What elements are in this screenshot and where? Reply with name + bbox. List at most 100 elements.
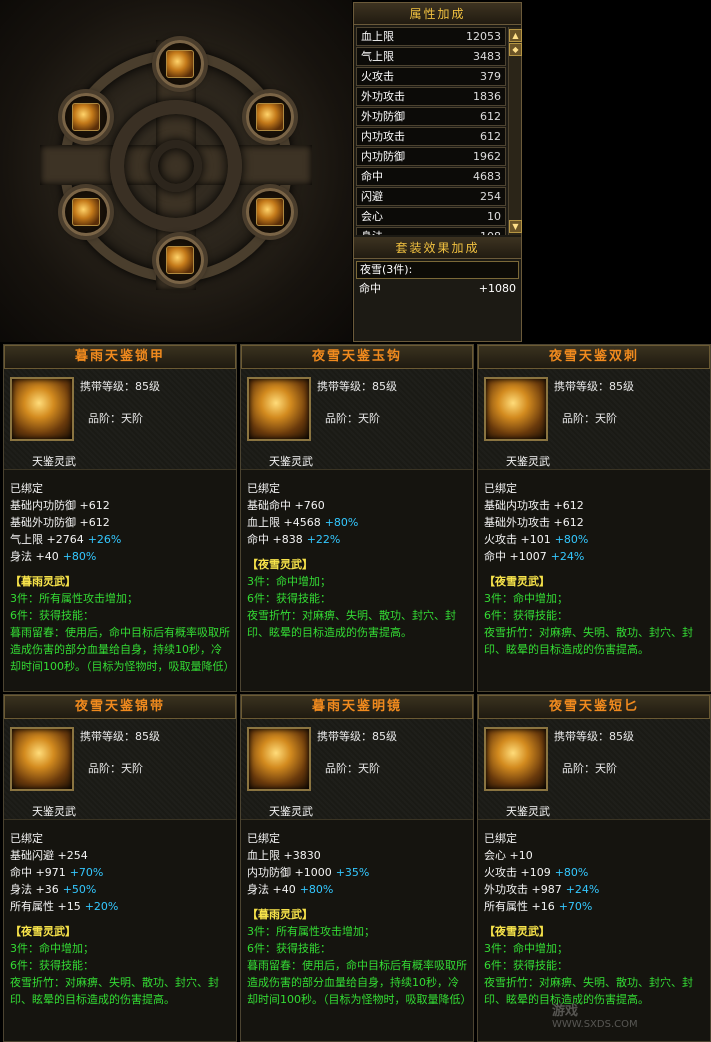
stat-base: +838 [272, 533, 303, 546]
attribute-list[interactable]: 血上限 12053 气上限 3483 火攻击 379 外功攻击 1836 外功防御 612 内功攻击… [356, 27, 506, 235]
stat-line: 血上限 +3830 [247, 847, 467, 864]
set-effect-line: 3件：所有属性攻击增加； [247, 925, 375, 938]
stat-line: 命中 +971 +70% [10, 864, 230, 881]
attribute-row: 气上限 3483 [356, 47, 506, 66]
stat-label: 基础外功攻击 [484, 516, 550, 529]
item-level: 携带等级：85级 [80, 380, 160, 393]
stat-line: 基础内功防御 +612 [10, 497, 230, 514]
set-effect-line: 暮雨留春：使用后，命中目标后有概率吸取所造成伤害的部分血量给自身，持续10秒，冷… [247, 959, 472, 1006]
stat-line: 身法 +36 +50% [10, 881, 230, 898]
stat-line: 内功防御 +1000 +35% [247, 864, 467, 881]
item-grade: 品阶：天阶 [562, 762, 617, 775]
set-effect-line: 夜雪折竹：对麻痹、失明、散功、封穴、封印、眩晕的目标造成的伤害提高。 [484, 626, 693, 656]
set-effect-line: 夜雪折竹：对麻痹、失明、散功、封穴、封印、眩晕的目标造成的伤害提高。 [247, 609, 456, 639]
set-header: 【暮雨灵武】 [247, 908, 313, 921]
arrow-up-icon[interactable]: ▲ [509, 29, 522, 42]
stat-base: +40 [35, 550, 59, 563]
right-twin-slot[interactable] [246, 188, 294, 236]
set-effect-line: 6件：获得技能： [484, 959, 568, 972]
arrow-up-icon[interactable]: ◆ [509, 43, 522, 56]
stat-line: 身法 +40 +80% [10, 548, 230, 565]
stat-percent: +24% [565, 883, 600, 896]
attribute-value: 10 [487, 210, 501, 223]
attribute-row: 火攻击 379 [356, 67, 506, 86]
dagger-icon[interactable] [484, 727, 548, 791]
item-subtitle: 天鉴灵武 [269, 455, 313, 468]
stat-percent: +80% [62, 550, 97, 563]
set-panel-title: 套装效果加成 [354, 237, 521, 259]
attribute-scrollbar[interactable]: ▲ ◆ ▼ [508, 27, 522, 235]
item-title: 暮雨天鉴锁甲 [4, 345, 236, 369]
spear-icon [166, 50, 194, 78]
set-effect-line: 3件：命中增加； [484, 592, 568, 605]
belt-icon [166, 246, 194, 274]
attribute-row: 外功防御 612 [356, 107, 506, 126]
item-card[interactable]: 暮雨天鉴明镜 携带等级：85级 品阶：天阶 天鉴灵武 已绑定 血上限 +3830 内功防御 … [240, 694, 474, 1042]
stat-label: 基础外功防御 [10, 516, 76, 529]
item-title: 夜雪天鉴双刺 [478, 345, 710, 369]
stat-base: +10 [509, 849, 533, 862]
stat-base: +987 [531, 883, 562, 896]
stat-percent: +22% [306, 533, 341, 546]
stat-line: 基础命中 +760 [247, 497, 467, 514]
right-armor-slot[interactable] [246, 93, 294, 141]
stat-label: 气上限 [10, 533, 43, 546]
attribute-label: 血上限 [361, 30, 394, 43]
stat-base: +612 [79, 499, 110, 512]
left-dagger-slot[interactable] [62, 188, 110, 236]
item-card[interactable]: 夜雪天鉴双刺 携带等级：85级 品阶：天阶 天鉴灵武 已绑定 基础内功攻击 +612 基础外… [477, 344, 711, 692]
stat-line: 火攻击 +101 +80% [484, 531, 704, 548]
set-effect-line: 3件：命中增加； [247, 575, 331, 588]
item-grade: 品阶：天阶 [325, 412, 380, 425]
stat-line: 所有属性 +16 +70% [484, 898, 704, 915]
mirror-icon[interactable] [247, 727, 311, 791]
attribute-label: 内功防御 [361, 150, 405, 163]
stat-base: +3830 [283, 849, 321, 862]
attribute-label: 内功攻击 [361, 130, 405, 143]
watermark: 游戏 WWW.SXDS.COM [552, 1000, 638, 1030]
stat-label: 火攻击 [484, 866, 517, 879]
arrow-down-icon[interactable]: ▼ [509, 220, 522, 233]
item-card[interactable]: 夜雪天鉴锦带 携带等级：85级 品阶：天阶 天鉴灵武 已绑定 基础闪避 +254 命中 +9… [3, 694, 237, 1042]
attribute-value: 12053 [466, 30, 501, 43]
left-shield-slot[interactable] [62, 93, 110, 141]
set-effect-line: 3件：命中增加； [484, 942, 568, 955]
item-details: 已绑定 基础命中 +760 血上限 +4568 +80% 命中 +838 +22% 【夜雪灵… [241, 469, 473, 691]
item-card[interactable]: 暮雨天鉴锁甲 携带等级：85级 品阶：天阶 天鉴灵武 已绑定 基础内功防御 +612 基础外… [3, 344, 237, 692]
stat-line: 所有属性 +15 +20% [10, 898, 230, 915]
attribute-row: 外功攻击 1836 [356, 87, 506, 106]
attribute-row: 命中 4683 [356, 167, 506, 186]
attribute-row: 内功攻击 612 [356, 127, 506, 146]
watermark-url: WWW.SXDS.COM [552, 1019, 638, 1030]
attribute-label: 命中 [361, 170, 383, 183]
stat-label: 基础内功防御 [10, 499, 76, 512]
stat-label: 身法 [10, 550, 32, 563]
item-card[interactable]: 夜雪天鉴玉钩 携带等级：85级 品阶：天阶 天鉴灵武 已绑定 基础命中 +760 血上限 +… [240, 344, 474, 692]
belt-icon[interactable] [10, 727, 74, 791]
stat-percent: +70% [558, 900, 593, 913]
item-details: 已绑定 基础闪避 +254 命中 +971 +70% 身法 +36 +50% 所有属性 +1… [4, 819, 236, 1041]
wheel-hub [150, 140, 202, 192]
set-effect-line: 6件：获得技能： [10, 609, 94, 622]
hook-icon[interactable] [247, 377, 311, 441]
item-subtitle: 天鉴灵武 [32, 455, 76, 468]
stat-line: 气上限 +2764 +26% [10, 531, 230, 548]
bottom-belt-slot[interactable] [156, 236, 204, 284]
armor-icon[interactable] [10, 377, 74, 441]
item-subtitle: 天鉴灵武 [32, 805, 76, 818]
set-effect-label: 命中 [359, 282, 381, 295]
set-effect-line: 3件：命中增加； [10, 942, 94, 955]
item-level: 携带等级：85级 [317, 730, 397, 743]
set-header: 【夜雪灵武】 [484, 925, 550, 938]
stat-base: +101 [520, 533, 551, 546]
top-weapon-slot[interactable] [156, 40, 204, 88]
stat-label: 命中 [247, 533, 269, 546]
stat-base: +109 [520, 866, 551, 879]
stat-base: +971 [35, 866, 66, 879]
attribute-row: 血上限 12053 [356, 27, 506, 46]
twin-blades-icon[interactable] [484, 377, 548, 441]
item-grade: 品阶：天阶 [562, 412, 617, 425]
item-card[interactable]: 夜雪天鉴短匕 携带等级：85级 品阶：天阶 天鉴灵武 已绑定 会心 +10 火攻击 +109… [477, 694, 711, 1042]
item-title: 夜雪天鉴玉钩 [241, 345, 473, 369]
shield-icon [72, 103, 100, 131]
